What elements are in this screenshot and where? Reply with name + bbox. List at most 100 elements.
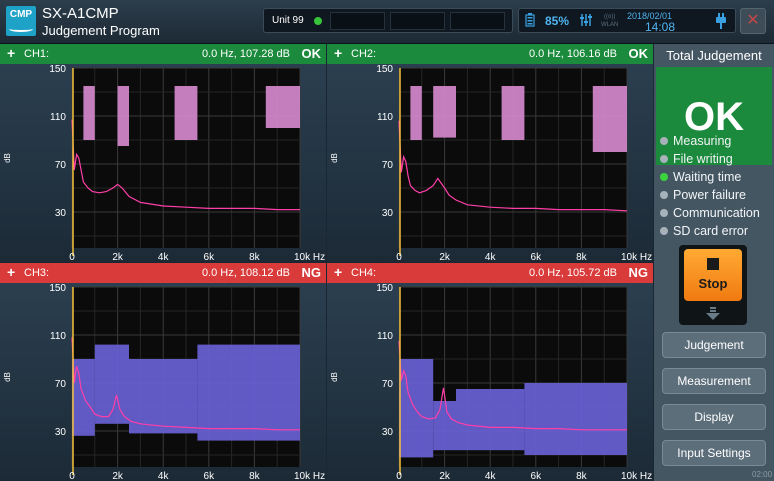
channel-judgement: OK bbox=[301, 46, 322, 61]
wlan-indicator: ((o)) WLAN bbox=[601, 14, 619, 28]
x-tick-label: 0 bbox=[396, 252, 402, 262]
x-tick-label: 0 bbox=[396, 471, 402, 481]
status-time: 14:08 bbox=[645, 20, 676, 34]
unit-status-led-icon bbox=[314, 17, 322, 25]
y-tick-label: 110 bbox=[377, 331, 393, 342]
channel-readout: 0.0 Hz, 107.28 dB bbox=[201, 48, 290, 60]
x-tick-label: 0 bbox=[69, 252, 75, 262]
x-tick-label: 2k bbox=[439, 252, 451, 262]
display-button[interactable]: Display bbox=[662, 404, 766, 430]
spectrum-chart[interactable]: 150 110 70 30 0 2k 4k 6k 8k 10k Hz dB bbox=[327, 64, 653, 262]
stop-control: Stop bbox=[679, 245, 747, 325]
judgement-mask-4 bbox=[592, 86, 627, 152]
status-dot-icon bbox=[660, 191, 668, 199]
x-tick-label: 10k Hz bbox=[621, 471, 652, 481]
channel-header: + CH3: 0.0 Hz, 108.12 dB NG bbox=[0, 263, 326, 283]
channel-readout: 0.0 Hz, 108.12 dB bbox=[201, 267, 290, 279]
stop-label: Stop bbox=[698, 276, 728, 291]
logo-text: CMP bbox=[9, 9, 33, 20]
status-item-measuring: Measuring bbox=[654, 132, 774, 150]
x-tick-label: 2k bbox=[112, 471, 124, 481]
x-tick-label: 8k bbox=[249, 252, 261, 262]
spectrum-chart[interactable]: 150 110 70 30 0 2k 4k 6k 8k 10k Hz dB bbox=[0, 283, 326, 481]
channel-name: CH4: bbox=[351, 267, 377, 279]
channel-panel-ch4: + CH4: 0.0 Hz, 105.72 dB NG 150 110 70 30 0 2k 4k 6… bbox=[327, 263, 653, 481]
judgement-mask-3 bbox=[456, 389, 525, 451]
judgement-mask-2 bbox=[433, 401, 456, 451]
expand-plus-icon[interactable]: + bbox=[7, 45, 15, 61]
y-tick-label: 150 bbox=[376, 64, 393, 75]
y-tick-label: 150 bbox=[49, 64, 66, 75]
y-axis-label: dB bbox=[330, 153, 339, 163]
expand-plus-icon[interactable]: + bbox=[7, 264, 15, 280]
footer-time: 02:00 bbox=[752, 470, 773, 479]
status-label: File writing bbox=[673, 152, 733, 166]
y-tick-label: 150 bbox=[376, 283, 393, 294]
y-tick-label: 30 bbox=[382, 427, 394, 438]
judgement-button[interactable]: Judgement bbox=[662, 332, 766, 358]
app-logo: CMP bbox=[6, 6, 36, 36]
status-label: Waiting time bbox=[673, 170, 742, 184]
y-tick-label: 150 bbox=[49, 283, 66, 294]
y-tick-label: 30 bbox=[55, 208, 67, 219]
judgement-mask-1 bbox=[399, 359, 434, 458]
judgement-mask-2 bbox=[117, 86, 129, 146]
measurement-button[interactable]: Measurement bbox=[662, 368, 766, 394]
channel-panel-ch2: + CH2: 0.0 Hz, 106.16 dB OK 150 110 70 30 0 2k 4k 6… bbox=[327, 44, 653, 262]
stop-button[interactable]: Stop bbox=[684, 249, 742, 301]
unit-slot-3 bbox=[450, 12, 505, 30]
x-tick-label: 6k bbox=[531, 471, 543, 481]
battery-level: 85% bbox=[545, 14, 570, 28]
input-settings-button[interactable]: Input Settings bbox=[662, 440, 766, 466]
status-item-power-failure: Power failure bbox=[654, 186, 774, 204]
x-tick-label: 2k bbox=[112, 252, 124, 262]
status-item-waiting-time: Waiting time bbox=[654, 168, 774, 186]
x-tick-label: 2k bbox=[439, 471, 451, 481]
status-label: Measuring bbox=[673, 134, 732, 148]
stop-square-icon bbox=[707, 258, 719, 270]
channel-readout: 0.0 Hz, 106.16 dB bbox=[528, 48, 617, 60]
y-tick-label: 70 bbox=[382, 160, 394, 171]
x-tick-label: 4k bbox=[158, 471, 170, 481]
channel-judgement: NG bbox=[301, 265, 322, 280]
status-label: SD card error bbox=[673, 224, 749, 238]
status-dot-icon bbox=[660, 137, 668, 145]
app-title: SX-A1CMP bbox=[42, 5, 119, 22]
status-dot-icon bbox=[660, 227, 668, 235]
judgement-mask-4 bbox=[524, 383, 627, 455]
channel-name: CH2: bbox=[351, 48, 377, 60]
status-item-sd-card-error: SD card error bbox=[654, 222, 774, 240]
unit-label: Unit 99 bbox=[272, 15, 304, 26]
device-status-bar: 85% ((o)) WLAN 2018/02/01 14:08 bbox=[518, 8, 736, 34]
spectrum-chart[interactable]: 150 110 70 30 0 2k 4k 6k 8k 10k Hz dB bbox=[0, 64, 326, 262]
unit-selector[interactable]: Unit 99 bbox=[263, 8, 513, 33]
top-bar: CMP SX-A1CMP Judgement Program Unit 99 8… bbox=[0, 0, 774, 44]
x-tick-label: 0 bbox=[69, 471, 75, 481]
channel-panel-ch1: + CH1: 0.0 Hz, 107.28 dB OK 150 110 70 30 0 2k 4k 6… bbox=[0, 44, 326, 262]
spectrum-chart[interactable]: 150 110 70 30 0 2k 4k 6k 8k 10k Hz dB bbox=[327, 283, 653, 481]
channel-readout: 0.0 Hz, 105.72 dB bbox=[528, 267, 617, 279]
y-tick-label: 70 bbox=[382, 379, 394, 390]
x-tick-label: 10k Hz bbox=[294, 471, 325, 481]
judgement-mask-3 bbox=[501, 86, 525, 140]
x-tick-label: 8k bbox=[576, 471, 588, 481]
settings-sliders-icon[interactable] bbox=[579, 13, 593, 30]
close-button[interactable]: ✕ bbox=[740, 8, 766, 34]
expand-plus-icon[interactable]: + bbox=[334, 45, 342, 61]
x-tick-label: 6k bbox=[204, 471, 216, 481]
channel-name: CH1: bbox=[24, 48, 50, 60]
x-tick-label: 4k bbox=[485, 252, 497, 262]
judgement-mask-3 bbox=[174, 86, 198, 140]
y-tick-label: 30 bbox=[55, 427, 67, 438]
chevron-down-icon bbox=[705, 307, 721, 324]
unit-slot-1 bbox=[330, 12, 385, 30]
x-tick-label: 8k bbox=[249, 471, 261, 481]
status-dot-icon bbox=[660, 173, 668, 181]
expand-plus-icon[interactable]: + bbox=[334, 264, 342, 280]
y-tick-label: 70 bbox=[55, 379, 67, 390]
battery-icon bbox=[525, 13, 535, 30]
app-subtitle: Judgement Program bbox=[42, 23, 160, 38]
x-tick-label: 8k bbox=[576, 252, 588, 262]
judgement-mask-3 bbox=[129, 359, 198, 434]
y-tick-label: 30 bbox=[382, 208, 394, 219]
